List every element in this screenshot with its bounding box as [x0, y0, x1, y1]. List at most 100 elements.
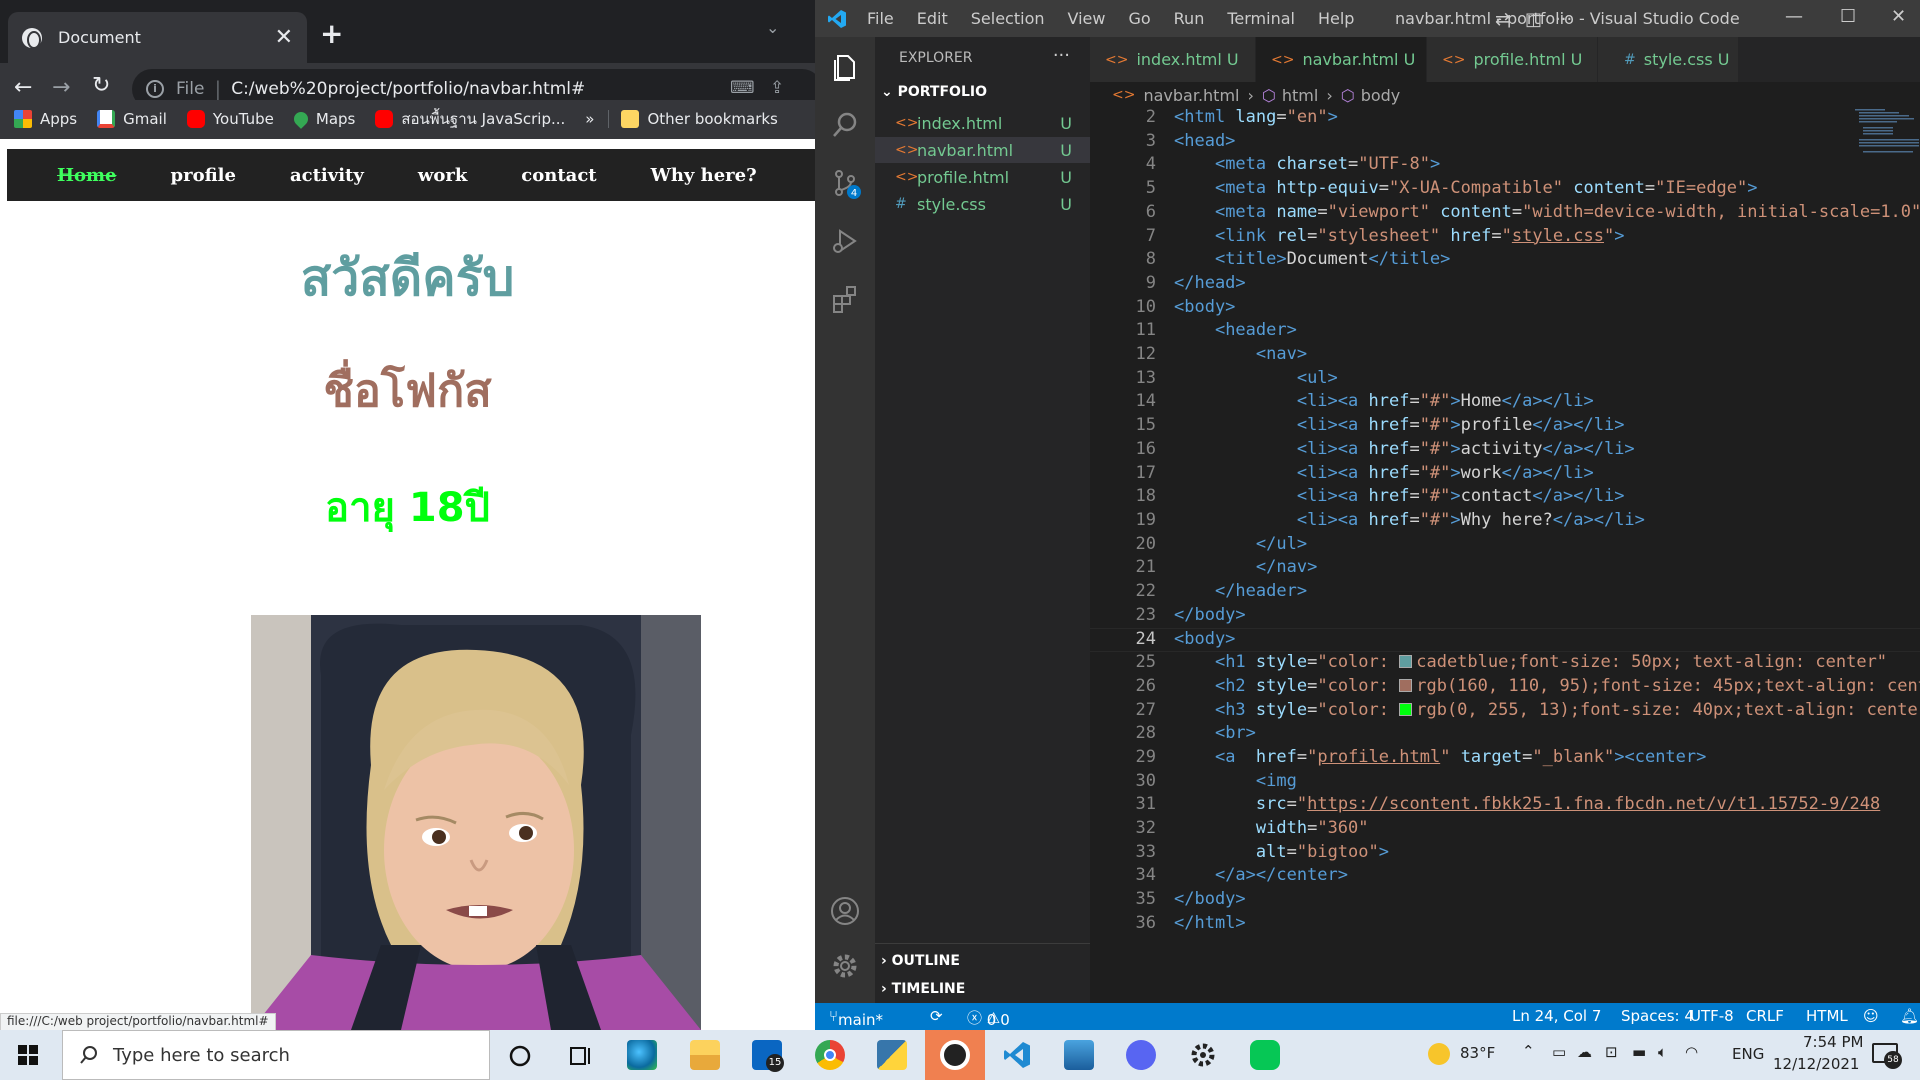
temperature[interactable]: 83°F	[1460, 1044, 1495, 1062]
forward-icon[interactable]: →	[52, 75, 70, 100]
meet-now-icon[interactable]: ▭	[1552, 1043, 1566, 1061]
file-style-css[interactable]: # style.css U	[875, 191, 1090, 217]
code-line[interactable]: 29 <a href="profile.html" target="_blank…	[1090, 747, 1920, 771]
color-swatch[interactable]	[1399, 655, 1413, 669]
bookmark-gmail[interactable]: Gmail	[97, 110, 167, 128]
clock-time[interactable]: 7:54 PM	[1803, 1033, 1863, 1051]
profile-photo-link[interactable]	[251, 615, 701, 1030]
code-line[interactable]: 12 <nav>	[1090, 344, 1920, 368]
code-line[interactable]: 26 <h2 style="color: rgb(160, 110, 95);f…	[1090, 676, 1920, 700]
nav-work[interactable]: work	[418, 165, 467, 186]
share-icon[interactable]: ⇪	[770, 78, 784, 98]
sync-icon[interactable]: ⟳	[930, 1007, 943, 1025]
code-line[interactable]: 33 alt="bigtoo">	[1090, 842, 1920, 866]
code-line[interactable]: 5 <meta http-equiv="X-UA-Compatible" con…	[1090, 178, 1920, 202]
discord-icon[interactable]	[1126, 1040, 1156, 1070]
compare-changes-icon[interactable]: ⇄	[1495, 9, 1510, 30]
outline-section[interactable]: › OUTLINE	[881, 953, 960, 969]
accounts-icon[interactable]	[829, 895, 861, 927]
menu-file[interactable]: File	[867, 9, 894, 28]
minimap[interactable]	[1845, 107, 1920, 167]
tab-navbar-html[interactable]: <>navbar.html U✕	[1256, 37, 1440, 82]
taskbar-search[interactable]: Type here to search	[62, 1030, 490, 1080]
bookmark-youtube[interactable]: YouTube	[186, 110, 274, 128]
source-control-icon[interactable]: 4	[829, 167, 861, 199]
code-line[interactable]: 8 <title>Document</title>	[1090, 249, 1920, 273]
task-view-icon[interactable]	[565, 1041, 595, 1071]
code-line[interactable]: 11 <header>	[1090, 320, 1920, 344]
code-line[interactable]: 2 <html lang="en">	[1090, 107, 1920, 131]
gear-icon[interactable]	[829, 950, 861, 982]
code-editor[interactable]: 2 <html lang="en"> 3 <head> 4 <meta charset=…	[1090, 107, 1920, 1003]
code-line[interactable]: 9 </head>	[1090, 273, 1920, 297]
branch-indicator[interactable]: ⑂ main*	[829, 1007, 883, 1029]
code-line[interactable]: 23 </body>	[1090, 605, 1920, 629]
code-line[interactable]: 21 </nav>	[1090, 557, 1920, 581]
encoding[interactable]: UTF-8	[1690, 1007, 1734, 1025]
breadcrumb-html[interactable]: html	[1282, 86, 1318, 105]
explorer-icon[interactable]	[829, 51, 861, 83]
language-mode[interactable]: HTML	[1806, 1007, 1848, 1025]
battery-icon[interactable]: ▬	[1632, 1043, 1646, 1061]
vscode-taskbar-icon[interactable]	[1002, 1040, 1032, 1070]
windows-start-icon[interactable]	[18, 1045, 38, 1065]
tab-index-html[interactable]: <> index.html U	[1090, 37, 1255, 82]
code-line[interactable]: 3 <head>	[1090, 131, 1920, 155]
search-icon[interactable]	[829, 109, 861, 141]
show-hidden-icons[interactable]: ⌃	[1522, 1042, 1535, 1060]
tab-search-icon[interactable]: ⌄	[766, 18, 779, 37]
chrome-icon[interactable]	[815, 1040, 845, 1070]
nav-profile[interactable]: profile	[171, 165, 236, 186]
menu-edit[interactable]: Edit	[917, 9, 948, 28]
code-line[interactable]: 10 <body>	[1090, 297, 1920, 321]
menu-help[interactable]: Help	[1318, 9, 1354, 28]
translate-icon[interactable]: ⌨	[730, 78, 755, 98]
taskbar-active-app[interactable]	[925, 1030, 985, 1080]
indentation[interactable]: Spaces: 4	[1621, 1007, 1694, 1025]
code-line[interactable]: 20 </ul>	[1090, 534, 1920, 558]
close-tab-icon[interactable]: ✕	[275, 25, 293, 50]
code-line[interactable]: 13 <ul>	[1090, 368, 1920, 392]
nav-home[interactable]: Home	[57, 165, 117, 186]
address-url[interactable]: C:/web%20project/portfolio/navbar.html#	[231, 79, 585, 99]
code-line[interactable]: 27 <h3 style="color: rgb(0, 255, 13);fon…	[1090, 700, 1920, 724]
more-actions-icon[interactable]: ···	[1555, 9, 1572, 30]
problems-indicator[interactable]: ⓧ 0 ⚠ 0	[967, 1007, 1010, 1029]
code-line[interactable]: 24 <body>	[1090, 628, 1920, 653]
weather-icon[interactable]	[1428, 1043, 1450, 1065]
menu-run[interactable]: Run	[1174, 9, 1205, 28]
menu-selection[interactable]: Selection	[971, 9, 1045, 28]
code-line[interactable]: 35 </body>	[1090, 889, 1920, 913]
code-token[interactable]: https://scontent.fbkk25-1.fna.fbcdn.net/…	[1307, 794, 1880, 814]
network-icon[interactable]: ⊡	[1605, 1043, 1618, 1061]
menu-go[interactable]: Go	[1128, 9, 1150, 28]
file-index-html[interactable]: <> index.html U	[875, 110, 1090, 136]
code-line[interactable]: 19 <li><a href="#">Why here?</a></li>	[1090, 510, 1920, 534]
code-line[interactable]: 6 <meta name="viewport" content="width=d…	[1090, 202, 1920, 226]
nav-activity[interactable]: activity	[290, 165, 364, 186]
code-line[interactable]: 32 width="360"	[1090, 818, 1920, 842]
bookmarks-overflow[interactable]: »	[585, 110, 594, 128]
code-line[interactable]: 14 <li><a href="#">Home</a></li>	[1090, 391, 1920, 415]
reload-icon[interactable]: ↻	[92, 73, 110, 98]
nav-why-here[interactable]: Why here?	[651, 165, 757, 186]
code-line[interactable]: 16 <li><a href="#">activity</a></li>	[1090, 439, 1920, 463]
mail-icon[interactable]: 15	[752, 1040, 784, 1072]
code-line[interactable]: 30 <img	[1090, 771, 1920, 795]
color-swatch[interactable]	[1399, 678, 1413, 692]
line-ending[interactable]: CRLF	[1746, 1007, 1784, 1025]
more-actions-icon[interactable]: ···	[1053, 45, 1070, 66]
code-line[interactable]: 7 <link rel="stylesheet" href="style.css…	[1090, 226, 1920, 250]
notifications-icon[interactable]: 🔔︎	[1900, 1007, 1919, 1025]
code-line[interactable]: 34 </a></center>	[1090, 865, 1920, 889]
code-line[interactable]: 22 </header>	[1090, 581, 1920, 605]
run-debug-icon[interactable]	[829, 225, 861, 257]
info-icon[interactable]: i	[146, 80, 164, 98]
back-icon[interactable]: ←	[14, 75, 32, 100]
python-icon[interactable]	[877, 1040, 907, 1070]
code-line[interactable]: 36 </html>	[1090, 913, 1920, 937]
close-window-icon[interactable]: ✕	[1891, 6, 1906, 27]
file-explorer-icon[interactable]	[690, 1040, 720, 1070]
settings-icon[interactable]	[1188, 1040, 1218, 1070]
menu-view[interactable]: View	[1068, 9, 1106, 28]
